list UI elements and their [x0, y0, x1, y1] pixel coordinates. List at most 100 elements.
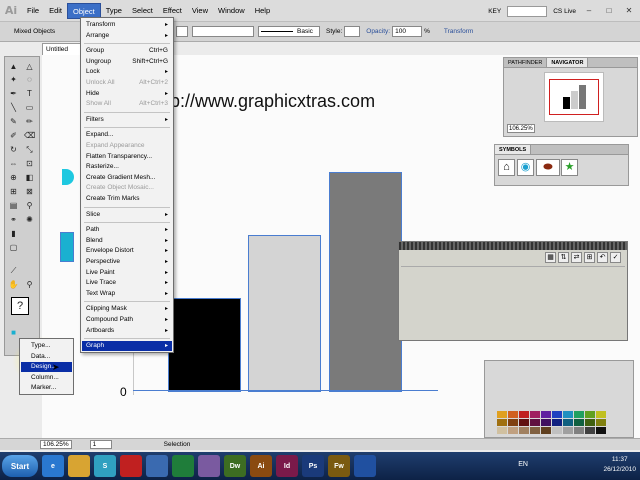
type-tool-icon[interactable]: T [24, 88, 35, 99]
language-indicator[interactable]: EN [518, 461, 528, 468]
free-transform-tool-icon[interactable]: ⊡ [24, 158, 35, 169]
transpose-icon[interactable]: ⇅ [558, 252, 569, 263]
close-icon[interactable]: ✕ [622, 5, 636, 17]
object-menu-item-artboards[interactable]: Artboards ▸ [82, 326, 172, 336]
color-swatch[interactable] [585, 419, 595, 426]
color-swatch[interactable] [508, 427, 518, 434]
taskbar-app-icon[interactable]: S [94, 455, 116, 477]
taskbar-app-icon[interactable] [354, 455, 376, 477]
color-swatch[interactable] [508, 411, 518, 418]
slice-tool-icon[interactable]: ⟋ [8, 265, 19, 276]
symbol-sprayer-tool-icon[interactable]: ✺ [24, 214, 35, 225]
eyedropper-tool-icon[interactable]: ⚲ [24, 200, 35, 211]
color-swatch[interactable] [497, 427, 507, 434]
object-menu-item-unlock-all[interactable]: Unlock All Alt+Ctrl+2 [82, 78, 172, 88]
opacity-input[interactable]: 100 [392, 26, 423, 37]
graph-submenu-item-design[interactable]: Design... [21, 362, 72, 373]
gradient-tool-icon[interactable]: ▤ [8, 200, 19, 211]
floating-panel-body[interactable] [401, 266, 625, 338]
object-menu-item-lock[interactable]: Lock ▸ [82, 67, 172, 77]
color-swatch[interactable] [519, 411, 529, 418]
object-menu-item-create-trim-marks[interactable]: Create Trim Marks [82, 194, 172, 204]
chart-bar[interactable] [248, 234, 321, 392]
color-swatch[interactable] [530, 419, 540, 426]
color-swatch[interactable] [596, 419, 606, 426]
object-menu-item-envelope-distort[interactable]: Envelope Distort ▸ [82, 246, 172, 256]
object-menu-item-expand-appearance[interactable]: Expand Appearance [82, 141, 172, 151]
width-tool-icon[interactable]: ⇔ [8, 158, 19, 169]
minimize-icon[interactable]: – [582, 5, 596, 17]
object-menu-item-transform[interactable]: Transform ▸ [82, 20, 172, 30]
object-menu-item-hide[interactable]: Hide ▸ [82, 89, 172, 99]
globe-symbol-icon[interactable]: ◉ [517, 159, 534, 176]
pencil-tool-icon[interactable]: ✏ [24, 116, 35, 127]
color-swatch[interactable] [574, 427, 584, 434]
import-data-icon[interactable]: ▦ [545, 252, 556, 263]
color-swatch[interactable] [574, 419, 584, 426]
object-menu-item-ungroup[interactable]: Ungroup Shift+Ctrl+G [82, 57, 172, 67]
object-menu-item-arrange[interactable]: Arrange ▸ [82, 31, 172, 41]
document-tab[interactable]: Untitled [42, 43, 82, 55]
color-swatch[interactable] [596, 427, 606, 434]
taskbar-app-icon[interactable] [198, 455, 220, 477]
direct-selection-tool-icon[interactable]: △ [24, 61, 35, 72]
color-swatch[interactable] [563, 419, 573, 426]
search-input[interactable] [507, 5, 548, 17]
color-swatch[interactable] [563, 427, 573, 434]
graph-submenu-item-marker[interactable]: Marker... [21, 383, 72, 393]
pathfinder-tab[interactable]: PATHFINDER [504, 58, 548, 67]
color-swatch[interactable] [541, 419, 551, 426]
shape-builder-tool-icon[interactable]: ⊕ [8, 172, 19, 183]
system-clock[interactable]: 11:37 26/12/2010 [603, 455, 636, 475]
menu-edit[interactable]: Edit [44, 3, 67, 19]
color-swatch[interactable] [530, 427, 540, 434]
color-swatch[interactable] [585, 411, 595, 418]
color-swatch[interactable] [541, 411, 551, 418]
object-menu-item-filters[interactable]: Filters ▸ [82, 115, 172, 125]
graph-submenu-item-column[interactable]: Column... [21, 373, 72, 383]
chart-bar[interactable] [329, 171, 402, 392]
object-menu-item-create-gradient-mesh[interactable]: Create Gradient Mesh... [82, 173, 172, 183]
cell-style-icon[interactable]: ⊞ [584, 252, 595, 263]
rotate-tool-icon[interactable]: ↻ [8, 144, 19, 155]
pill-symbol-icon[interactable]: ⬬ [536, 159, 560, 176]
stroke-weight-select[interactable] [192, 26, 254, 37]
hand-tool-icon[interactable]: ✋ [8, 279, 19, 290]
object-menu-item-rasterize[interactable]: Rasterize... [82, 162, 172, 172]
color-swatch[interactable] [552, 427, 562, 434]
lasso-tool-icon[interactable]: ◌ [24, 74, 35, 85]
color-swatch[interactable] [585, 427, 595, 434]
chart-bar[interactable] [168, 298, 241, 392]
color-swatch[interactable] [596, 411, 606, 418]
color-swatch[interactable] [574, 411, 584, 418]
color-swatch[interactable] [497, 419, 507, 426]
color-swatch[interactable] [508, 419, 518, 426]
transform-link[interactable]: Transform [444, 28, 473, 35]
object-menu-item-perspective[interactable]: Perspective ▸ [82, 257, 172, 267]
taskbar-app-icon[interactable] [172, 455, 194, 477]
menu-view[interactable]: View [187, 3, 213, 19]
cyan-rect-shape[interactable] [60, 232, 74, 262]
graph-submenu-item-data[interactable]: Data... [21, 352, 72, 362]
taskbar-app-icon[interactable]: e [42, 455, 64, 477]
symbols-tab[interactable]: SYMBOLS [495, 145, 532, 154]
fill-stroke-icon[interactable]: ? [11, 297, 29, 315]
star-symbol-icon[interactable]: ★ [561, 159, 578, 176]
eraser-tool-icon[interactable]: ⌫ [24, 130, 35, 141]
color-swatch[interactable] [519, 427, 529, 434]
color-swatch[interactable] [552, 411, 562, 418]
taskbar-app-icon[interactable]: Id [276, 455, 298, 477]
cs-live-button[interactable]: CS Live [553, 8, 576, 15]
menu-window[interactable]: Window [213, 3, 250, 19]
scale-tool-icon[interactable]: ⤡ [24, 144, 35, 155]
maximize-icon[interactable]: □ [602, 5, 616, 17]
object-menu-item-create-object-mosaic[interactable]: Create Object Mosaic... [82, 183, 172, 193]
blob-brush-tool-icon[interactable]: ✐ [8, 130, 19, 141]
style-select[interactable] [344, 26, 361, 37]
taskbar-app-icon[interactable]: Ai [250, 455, 272, 477]
color-swatch[interactable] [497, 411, 507, 418]
object-menu-item-compound-path[interactable]: Compound Path ▸ [82, 315, 172, 325]
object-menu-item-flatten-transparency[interactable]: Flatten Transparency... [82, 152, 172, 162]
color-swatch[interactable] [552, 419, 562, 426]
apply-icon[interactable]: ✓ [610, 252, 621, 263]
